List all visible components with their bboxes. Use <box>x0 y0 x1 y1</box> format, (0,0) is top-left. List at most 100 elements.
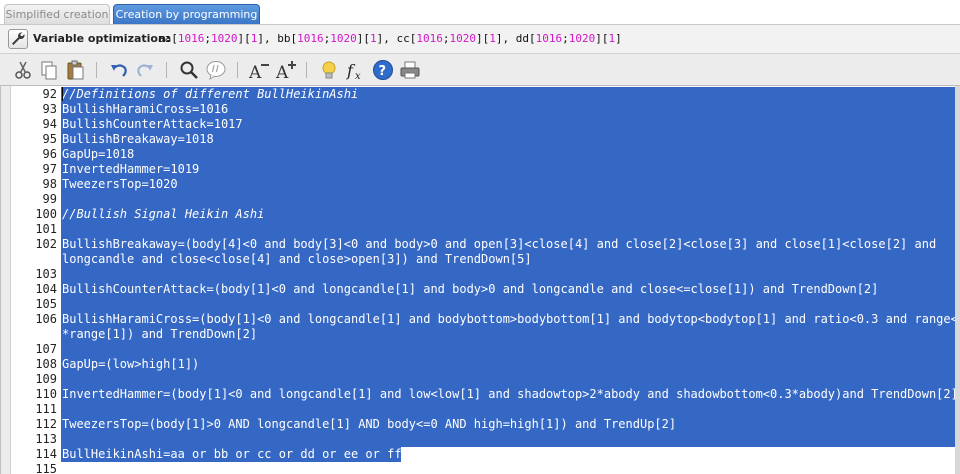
svg-text:?: ? <box>379 64 387 79</box>
code-line[interactable]: TweezersTop=1020 <box>62 177 178 192</box>
text-caret <box>62 87 63 101</box>
help-button[interactable]: ? <box>372 59 394 81</box>
line-number: 93 <box>42 102 57 116</box>
code-line[interactable]: BullishBreakaway=(body[4]<0 and body[3]<… <box>62 237 936 252</box>
undo-button[interactable] <box>108 59 130 81</box>
variable-list[interactable]: aa[1016;1020][1], bb[1016;1020][1], cc[1… <box>158 32 622 45</box>
line-number: 103 <box>35 267 57 281</box>
print-button[interactable] <box>399 59 421 81</box>
variable-step: 1 <box>489 32 496 45</box>
line-number: 109 <box>35 372 57 386</box>
code-line[interactable]: longcandle and close<close[4] and close>… <box>62 252 532 267</box>
code-line[interactable]: BullishHaramiCross=(body[1]<0 and longca… <box>62 312 960 327</box>
line-number: 96 <box>42 147 57 161</box>
bracket: ][ <box>237 32 251 45</box>
toolbar-separator <box>166 62 167 78</box>
paste-icon <box>67 60 84 80</box>
redo-button[interactable] <box>134 59 156 81</box>
line-number-gutter: 92 93 94 95 96 97 98 99 100 101 102 103 104 105 106 107… <box>1 86 61 474</box>
variable-name: cc <box>396 32 410 45</box>
decrease-font-button[interactable]: A <box>248 59 270 83</box>
undo-icon <box>111 64 127 77</box>
variable-range-low: 1016 <box>297 32 324 45</box>
editor-right-border <box>955 86 960 474</box>
toolbar-separator <box>306 62 307 78</box>
code-line[interactable]: InvertedHammer=(body[1]<0 and longcandle… <box>62 387 958 402</box>
code-line[interactable]: GapUp=1018 <box>62 147 134 162</box>
code-line[interactable]: BullishCounterAttack=1017 <box>62 117 243 132</box>
code-line[interactable]: GapUp=(low>high[1]) <box>62 357 199 372</box>
increase-font-icon: A <box>275 61 296 83</box>
function-button[interactable]: f x <box>345 59 367 82</box>
code-line[interactable]: BullishBreakaway=1018 <box>62 132 214 147</box>
variable-range-low: 1016 <box>416 32 443 45</box>
line-number: 104 <box>35 282 57 296</box>
bracket: ][ <box>356 32 370 45</box>
variable-optimization-button[interactable] <box>8 29 28 49</box>
gutter-margin <box>1 86 11 474</box>
code-line[interactable]: TweezersTop=(body[1]>0 AND longcandle[1]… <box>62 417 676 432</box>
tab-simplified-creation[interactable]: Simplified creation <box>4 4 110 24</box>
bracket: [ <box>529 32 536 45</box>
search-button[interactable] <box>178 59 200 81</box>
code-editor[interactable]: 92 93 94 95 96 97 98 99 100 101 102 103 104 105 106 107… <box>0 86 960 474</box>
separator: , <box>502 32 516 45</box>
line-number: 99 <box>42 192 57 206</box>
selection-highlight <box>61 402 956 417</box>
code-line[interactable]: *range[1]) and TrendDown[2] <box>62 327 257 342</box>
line-number: 106 <box>35 312 57 326</box>
copy-button[interactable] <box>38 59 60 81</box>
toolbar-separator <box>96 62 97 78</box>
wrench-icon <box>12 32 25 45</box>
line-number: 94 <box>42 117 57 131</box>
function-icon: f x <box>346 61 361 82</box>
tab-creation-by-programming[interactable]: Creation by programming <box>113 4 260 24</box>
editor-toolbar: A A f x ? <box>0 54 960 86</box>
lightbulb-button[interactable] <box>318 59 340 81</box>
variable-range-high: 1020 <box>568 32 596 45</box>
line-number: 105 <box>35 297 57 311</box>
line-number: 107 <box>35 342 57 356</box>
line-number: 97 <box>42 162 57 176</box>
tab-bar: Simplified creation Creation by programm… <box>0 0 960 24</box>
increase-font-button[interactable]: A <box>275 59 297 83</box>
variable-name: bb <box>277 32 291 45</box>
variable-optimization-label: Variable optimization: <box>33 32 171 45</box>
cut-button[interactable] <box>12 59 34 81</box>
code-comment[interactable]: //Bullish Signal Heikin Ashi <box>62 207 264 222</box>
bracket: ] <box>495 32 503 45</box>
code-line[interactable]: BullHeikinAshi=aa or bb or cc or dd or e… <box>62 447 402 462</box>
separator: ; <box>204 32 211 45</box>
print-icon <box>400 61 420 79</box>
selection-highlight <box>61 222 956 237</box>
code-comment[interactable]: //Definitions of different BullHeikinAsh… <box>62 87 358 102</box>
variable-name: dd <box>515 32 529 45</box>
svg-text:A: A <box>275 63 289 81</box>
code-line[interactable]: InvertedHammer=1019 <box>62 162 199 177</box>
bracket: ] <box>615 32 622 45</box>
comment-button[interactable] <box>205 59 227 81</box>
code-line[interactable]: BullishHaramiCross=1016 <box>62 102 228 117</box>
variable-range-high: 1020 <box>211 32 238 45</box>
redo-icon <box>137 64 153 77</box>
line-number: 102 <box>35 237 57 251</box>
separator: , <box>264 32 278 45</box>
selection-highlight <box>61 267 956 282</box>
help-icon: ? <box>373 60 393 80</box>
line-number: 111 <box>35 402 57 416</box>
separator: ; <box>442 32 450 45</box>
separator: ; <box>562 32 569 45</box>
svg-text:A: A <box>248 63 262 81</box>
variable-range-low: 1016 <box>177 32 205 45</box>
selection-highlight <box>61 177 956 192</box>
line-number: 92 <box>42 87 57 101</box>
paste-button[interactable] <box>64 59 86 81</box>
separator: , <box>383 32 397 45</box>
line-number: 114 <box>35 447 57 461</box>
copy-icon <box>41 61 57 80</box>
line-number: 115 <box>35 462 57 474</box>
code-line[interactable]: BullishCounterAttack=(body[1]<0 and long… <box>62 282 878 297</box>
variable-optimization-bar: Variable optimization: aa[1016;1020][1],… <box>0 24 960 54</box>
lightbulb-icon <box>322 61 336 79</box>
line-number: 100 <box>35 207 57 221</box>
